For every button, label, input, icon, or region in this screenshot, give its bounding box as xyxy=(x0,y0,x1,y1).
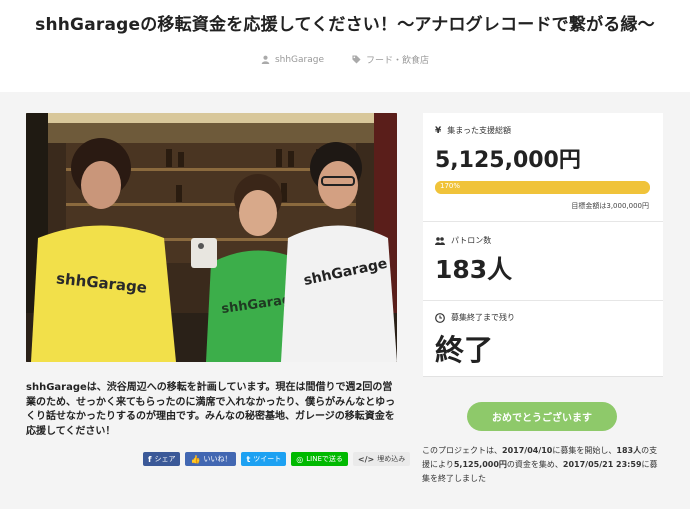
funding-progress-bar: 170% xyxy=(435,181,650,194)
end-note: このプロジェクトは、2017/04/10に募集を開始し、183人の支援により5,… xyxy=(422,446,658,483)
raised-section: ¥ 集まった支援総額 5,125,000円 xyxy=(435,125,655,174)
progress-fill xyxy=(435,181,650,194)
line-share-button[interactable]: ◎ LINEで送る xyxy=(291,452,348,466)
category-name: フード・飲食店 xyxy=(366,56,430,66)
clock-icon xyxy=(435,312,445,323)
goal-amount: 目標金額は3,000,000円 xyxy=(571,202,649,210)
congrats-button[interactable]: おめでとうございます xyxy=(467,402,617,431)
project-title: shhGarageの移転資金を応援してください！～アナログレコードで繋がる縁～ xyxy=(35,15,655,35)
line-icon: ◎ xyxy=(296,454,304,464)
owner-name: shhGarage xyxy=(274,54,325,65)
user-icon xyxy=(261,55,270,64)
facebook-share-button[interactable]: f シェア xyxy=(143,452,181,466)
raised-value: 5,125,000円 xyxy=(435,148,581,173)
people-icon xyxy=(435,236,445,245)
project-description: shhGarageは、渋谷周辺への移転を計画しています。現在は間借りで週2回の営… xyxy=(26,382,396,437)
twitter-icon: t xyxy=(246,454,251,464)
raised-label: 集まった支援総額 xyxy=(447,126,511,135)
project-meta: shhGarage フード・飲食店 xyxy=(0,53,690,66)
stats-panel: ¥ 集まった支援総額 5,125,000円 170% 目標金額は3,000,00… xyxy=(423,113,663,377)
tag-icon xyxy=(352,55,361,64)
remaining-value: 終了 xyxy=(435,333,494,367)
project-photo: shhGarage shhGarage shhGarage xyxy=(26,113,397,362)
backers-label: パトロン数 xyxy=(451,236,492,245)
facebook-like-button[interactable]: 👍 いいね！ xyxy=(185,452,237,466)
code-icon: </> xyxy=(357,454,375,464)
backers-value: 183人 xyxy=(435,255,513,284)
category-link[interactable]: フード・飲食店 xyxy=(352,53,429,66)
twitter-share-button[interactable]: t ツイート xyxy=(241,452,287,466)
thumbs-up-icon: 👍 xyxy=(190,454,201,464)
remaining-section: 募集終了まで残り 終了 xyxy=(435,312,655,369)
share-bar: f シェア 👍 いいね！ t ツイート ◎ LINEで送る </> 埋め込み xyxy=(143,452,411,466)
yen-icon: ¥ xyxy=(435,125,442,136)
progress-percent: 170% xyxy=(440,182,461,190)
embed-button[interactable]: </> 埋め込み xyxy=(352,452,411,466)
facebook-icon: f xyxy=(148,454,152,464)
remaining-label: 募集終了まで残り xyxy=(451,313,515,322)
backers-section: パトロン数 183人 xyxy=(435,235,655,286)
owner-link[interactable]: shhGarage xyxy=(261,53,324,66)
